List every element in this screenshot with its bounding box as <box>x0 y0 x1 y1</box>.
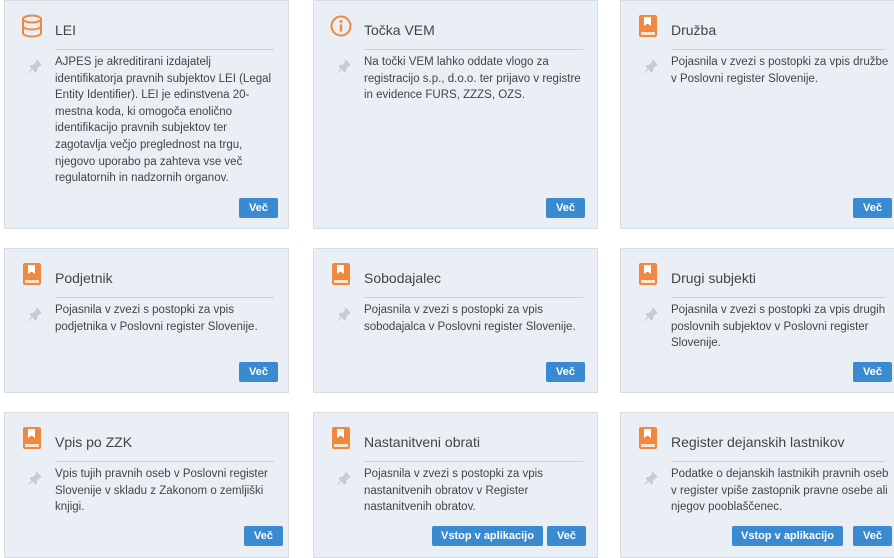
card-description: Podatke o dejanskih lastnikih pravnih os… <box>671 468 889 514</box>
divider <box>364 461 583 462</box>
book-icon <box>21 262 43 286</box>
pin-icon <box>336 58 352 74</box>
more-button[interactable]: Več <box>239 362 278 382</box>
more-button[interactable]: Več <box>853 362 892 382</box>
pin-icon <box>643 58 659 74</box>
pin-icon <box>27 470 43 486</box>
divider <box>671 297 885 298</box>
more-button[interactable]: Več <box>244 526 283 546</box>
more-button[interactable]: Več <box>547 526 586 546</box>
card-description: Pojasnila v zvezi s postopki za vpis dru… <box>671 56 889 85</box>
card-title: Drugi subjekti <box>671 270 756 286</box>
more-button[interactable]: Več <box>853 198 892 218</box>
book-icon <box>330 262 352 286</box>
book-icon <box>637 262 659 286</box>
divider <box>55 461 274 462</box>
card-title: LEI <box>55 22 77 38</box>
book-icon <box>637 426 659 450</box>
divider <box>55 49 274 50</box>
card-description: Pojasnila v zvezi s postopki za vpis pod… <box>55 304 258 333</box>
more-button[interactable]: Več <box>546 198 585 218</box>
divider <box>364 297 583 298</box>
card-title: Vpis po ZZK <box>55 434 133 450</box>
card-description: AJPES je akreditirani izdajatelj identif… <box>55 56 272 185</box>
divider <box>364 49 583 50</box>
divider <box>671 461 885 462</box>
card-description: Pojasnila v zvezi s postopki za vpis dru… <box>671 304 886 350</box>
pin-icon <box>643 470 659 486</box>
card-title: Podjetnik <box>55 270 113 286</box>
pin-icon <box>27 306 43 322</box>
pin-icon <box>27 58 43 74</box>
card-vpis-po-zzk: Vpis po ZZK Vpis tujih pravnih oseb v Po… <box>4 412 289 558</box>
card-register-dejanskih-lastnikov: Register dejanskih lastnikov Podatke o d… <box>620 412 894 558</box>
card-description: Pojasnila v zvezi s postopki za vpis nas… <box>364 468 543 514</box>
database-icon <box>21 14 43 38</box>
card-tocka-vem: Točka VEM Na točki VEM lahko oddate vlog… <box>313 0 598 229</box>
book-icon <box>21 426 43 450</box>
book-icon <box>637 14 659 38</box>
pin-icon <box>336 306 352 322</box>
info-icon <box>330 14 352 38</box>
card-title: Nastanitveni obrati <box>364 434 480 450</box>
card-title: Register dejanskih lastnikov <box>671 434 845 450</box>
card-description: Pojasnila v zvezi s postopki za vpis sob… <box>364 304 576 333</box>
enter-application-button[interactable]: Vstop v aplikacijo <box>732 526 843 546</box>
card-nastanitveni-obrati: Nastanitveni obrati Pojasnila v zvezi s … <box>313 412 598 558</box>
divider <box>55 297 274 298</box>
book-icon <box>330 426 352 450</box>
pin-icon <box>643 306 659 322</box>
more-button[interactable]: Več <box>853 526 892 546</box>
card-sobodajalec: Sobodajalec Pojasnila v zvezi s postopki… <box>313 248 598 393</box>
divider <box>671 49 885 50</box>
card-description: Na točki VEM lahko oddate vlogo za regis… <box>364 56 581 102</box>
card-drugi-subjekti: Drugi subjekti Pojasnila v zvezi s posto… <box>620 248 894 393</box>
more-button[interactable]: Več <box>239 198 278 218</box>
card-druzba: Družba Pojasnila v zvezi s postopki za v… <box>620 0 894 229</box>
card-title: Družba <box>671 22 717 38</box>
pin-icon <box>336 470 352 486</box>
card-title: Točka VEM <box>364 22 435 38</box>
card-description: Vpis tujih pravnih oseb v Poslovni regis… <box>55 468 268 514</box>
card-lei: LEI AJPES je akreditirani izdajatelj ide… <box>4 0 289 229</box>
more-button[interactable]: Več <box>546 362 585 382</box>
card-podjetnik: Podjetnik Pojasnila v zvezi s postopki z… <box>4 248 289 393</box>
enter-application-button[interactable]: Vstop v aplikacijo <box>432 526 543 546</box>
card-title: Sobodajalec <box>364 270 442 286</box>
